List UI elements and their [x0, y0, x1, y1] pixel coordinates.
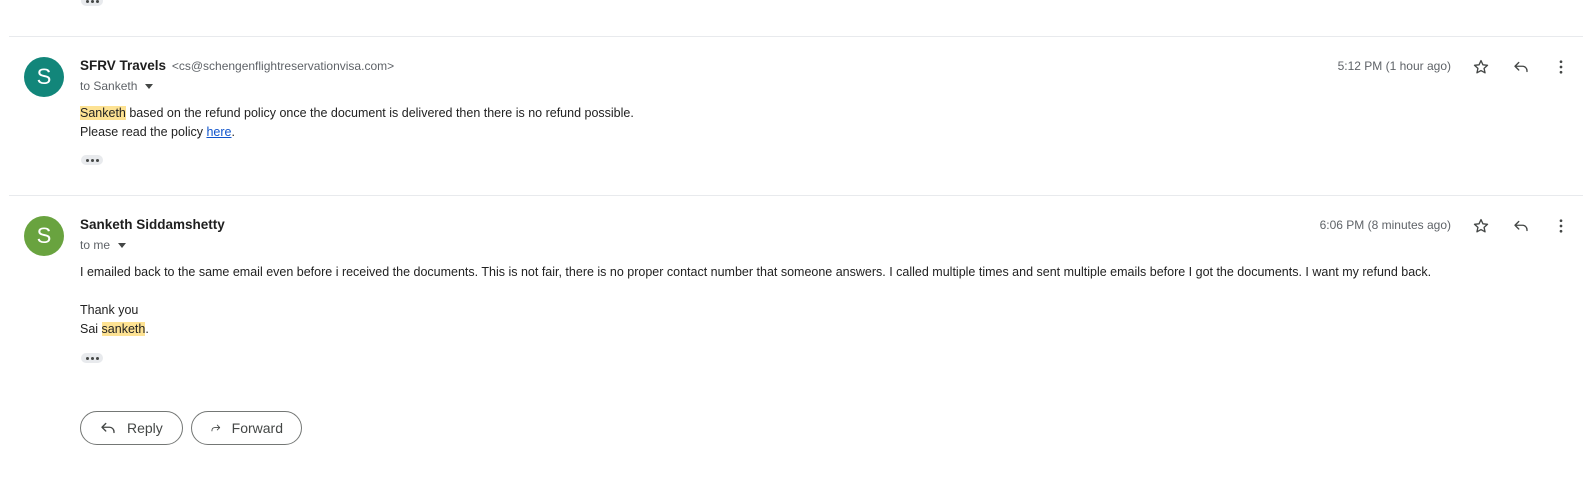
avatar-letter: S — [36, 64, 52, 89]
recipient-label: to Sanketh — [80, 79, 138, 93]
message-timestamp: 5:12 PM (1 hour ago) — [1337, 59, 1451, 73]
body-text: Sai — [80, 322, 102, 336]
show-trimmed-content-button[interactable] — [81, 353, 103, 363]
message-body: Sanketh based on the refund policy once … — [80, 104, 634, 142]
reply-button[interactable] — [1509, 55, 1533, 79]
sender-name[interactable]: SFRV Travels <cs@schengenflightreservati… — [80, 58, 394, 73]
recipient-details-toggle[interactable]: to Sanketh — [80, 79, 154, 93]
body-line: I emailed back to the same email even be… — [80, 265, 1432, 279]
message-body: I emailed back to the same email even be… — [80, 263, 1431, 339]
forward-arrow-icon — [211, 424, 221, 432]
reply-arrow-icon — [101, 422, 115, 434]
forward-label: Forward — [231, 420, 283, 436]
star-button[interactable] — [1469, 55, 1493, 79]
signoff: Thank you — [80, 303, 139, 317]
recipient-details-toggle[interactable]: to me — [80, 238, 127, 252]
sender-email: <cs@schengenflightreservationvisa.com> — [171, 59, 395, 73]
avatar-letter: S — [36, 223, 52, 248]
forward-action-button[interactable]: Forward — [191, 411, 302, 445]
reply-button[interactable] — [1509, 214, 1533, 238]
more-options-button[interactable] — [1549, 55, 1573, 79]
reply-label: Reply — [127, 420, 163, 436]
signature: Sai sanketh. — [80, 320, 1431, 339]
reply-arrow-icon — [1514, 61, 1528, 73]
body-text: based on the refund policy once the docu… — [125, 106, 634, 120]
body-text: . — [145, 322, 149, 336]
search-highlight: sanketh — [101, 322, 146, 336]
recipient-label: to me — [80, 238, 111, 252]
more-vert-icon — [1559, 219, 1563, 233]
reply-arrow-icon — [1514, 220, 1528, 232]
star-icon — [1473, 218, 1489, 233]
body-line: Sanketh based on the refund policy once … — [80, 104, 634, 123]
body-text: . — [231, 125, 235, 139]
message-divider — [9, 36, 1583, 37]
more-vert-icon — [1559, 60, 1563, 74]
sender-name-text: SFRV Travels — [80, 58, 167, 73]
policy-link[interactable]: here — [206, 125, 231, 139]
message-divider — [9, 195, 1583, 196]
star-icon — [1473, 59, 1489, 74]
chevron-down-icon — [118, 242, 127, 248]
more-options-button[interactable] — [1549, 214, 1573, 238]
show-trimmed-content-button[interactable] — [81, 0, 103, 6]
sender-name[interactable]: Sanketh Siddamshetty — [80, 217, 225, 232]
message-timestamp: 6:06 PM (8 minutes ago) — [1319, 218, 1451, 232]
avatar[interactable]: S — [24, 216, 64, 256]
body-line: Please read the policy here. — [80, 123, 634, 142]
sender-name-text: Sanketh Siddamshetty — [80, 217, 225, 232]
chevron-down-icon — [145, 83, 154, 89]
reply-action-button[interactable]: Reply — [80, 411, 183, 445]
search-highlight: Sanketh — [80, 106, 126, 120]
avatar[interactable]: S — [24, 57, 64, 97]
body-text: Please read the policy — [80, 125, 207, 139]
star-button[interactable] — [1469, 214, 1493, 238]
show-trimmed-content-button[interactable] — [81, 155, 103, 165]
